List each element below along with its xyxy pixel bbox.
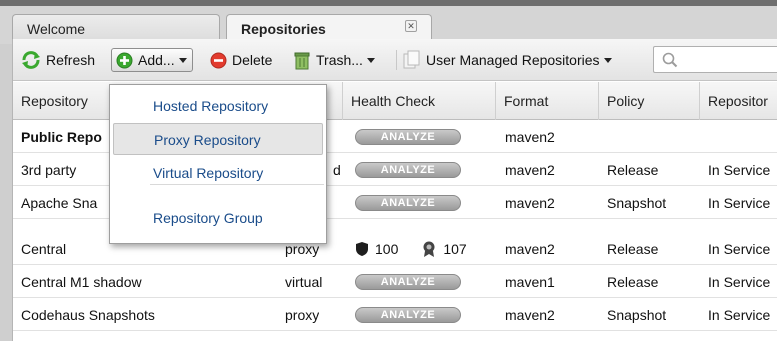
trash-label: Trash... — [316, 52, 363, 68]
user-managed-repositories-button[interactable]: User Managed Repositories — [403, 48, 612, 72]
column-header-health-check[interactable]: Health Check — [343, 82, 496, 120]
format-value: maven2 — [505, 241, 555, 257]
menu-item-label: Proxy Repository — [154, 132, 261, 148]
user-managed-label: User Managed Repositories — [426, 52, 600, 68]
format-value: maven1 — [505, 274, 555, 290]
column-header-repository-status[interactable]: Repositor — [700, 82, 777, 120]
license-badge-icon — [423, 241, 435, 257]
repository-type: virtual — [285, 274, 323, 290]
policy-value: Release — [607, 162, 659, 178]
table-row[interactable]: Central M1 shadow virtual ANALYZE maven1… — [13, 266, 777, 298]
trash-button[interactable]: Trash... — [293, 48, 375, 72]
status-value: In Service — [708, 307, 771, 323]
format-value: maven2 — [505, 307, 555, 323]
status-value: In Service — [708, 241, 771, 257]
analyze-button[interactable]: ANALYZE — [355, 129, 461, 145]
tab-welcome[interactable]: Welcome — [12, 14, 220, 42]
delete-button[interactable]: Delete — [210, 48, 272, 72]
delete-label: Delete — [232, 52, 273, 68]
column-header-format[interactable]: Format — [496, 82, 599, 120]
status-value: In Service — [708, 274, 771, 290]
repository-name: Public Repo — [21, 129, 102, 145]
tab-bar: Welcome Repositories ✕ — [0, 0, 777, 45]
repository-name: 3rd party — [21, 162, 77, 178]
column-label: Repository — [21, 93, 88, 109]
security-count: 100 — [375, 241, 399, 257]
format-value: maven2 — [505, 195, 555, 211]
menu-item-hosted-repository[interactable]: Hosted Repository — [113, 90, 323, 122]
policy-value: Snapshot — [607, 307, 667, 323]
repository-name: Codehaus Snapshots — [21, 307, 155, 323]
policy-value: Release — [607, 274, 659, 290]
tab-repositories-label: Repositories — [241, 21, 326, 37]
add-dropdown-menu: Hosted Repository Proxy Repository Virtu… — [109, 84, 327, 244]
chevron-down-icon — [366, 57, 375, 63]
trash-icon — [294, 52, 310, 70]
shield-icon — [356, 242, 368, 256]
pages-icon — [403, 50, 420, 69]
status-value: In Service — [708, 162, 771, 178]
column-label: Health Check — [351, 93, 436, 109]
add-icon — [116, 52, 133, 68]
menu-divider — [150, 184, 324, 185]
status-value: In Service — [708, 195, 771, 211]
menu-item-label: Hosted Repository — [153, 98, 269, 114]
policy-value: Release — [607, 241, 659, 257]
analyze-button[interactable]: ANALYZE — [355, 195, 461, 211]
add-label: Add... — [138, 52, 175, 68]
format-value: maven2 — [505, 129, 555, 145]
repository-name: Central M1 shadow — [21, 274, 142, 290]
menu-item-label: Repository Group — [153, 210, 263, 226]
toolbar-divider — [396, 50, 397, 70]
analyze-button[interactable]: ANALYZE — [355, 162, 461, 178]
menu-item-repository-group[interactable]: Repository Group — [113, 202, 323, 234]
delete-icon — [210, 52, 227, 68]
column-label: Format — [504, 93, 549, 109]
analyze-button[interactable]: ANALYZE — [355, 307, 461, 323]
refresh-label: Refresh — [46, 52, 96, 68]
repository-type: proxy — [285, 307, 320, 323]
menu-item-label: Virtual Repository — [153, 165, 264, 181]
column-label: Repositor — [708, 93, 768, 109]
refresh-button[interactable]: Refresh — [21, 48, 95, 72]
tab-welcome-label: Welcome — [27, 21, 86, 37]
repository-type: d — [333, 162, 341, 178]
repository-name: Apache Sna — [21, 195, 98, 211]
search-input[interactable] — [653, 46, 777, 73]
refresh-icon — [22, 51, 40, 69]
column-label: Policy — [607, 93, 645, 109]
menu-item-proxy-repository[interactable]: Proxy Repository — [113, 123, 323, 155]
toolbar: Refresh Add... Delete Trash... User Mana… — [13, 39, 777, 81]
health-check-results[interactable]: 100 107 — [355, 233, 467, 265]
analyze-button[interactable]: ANALYZE — [355, 274, 461, 290]
policy-value: Snapshot — [607, 195, 667, 211]
chevron-down-icon — [603, 57, 612, 63]
license-count: 107 — [443, 241, 467, 257]
repository-name: Central — [21, 241, 67, 257]
chevron-down-icon — [178, 57, 187, 63]
search-icon — [662, 52, 678, 68]
close-icon[interactable]: ✕ — [405, 20, 417, 32]
add-button[interactable]: Add... — [111, 48, 193, 72]
table-row[interactable]: Codehaus Snapshots proxy ANALYZE maven2 … — [13, 299, 777, 331]
column-header-policy[interactable]: Policy — [599, 82, 700, 120]
format-value: maven2 — [505, 162, 555, 178]
